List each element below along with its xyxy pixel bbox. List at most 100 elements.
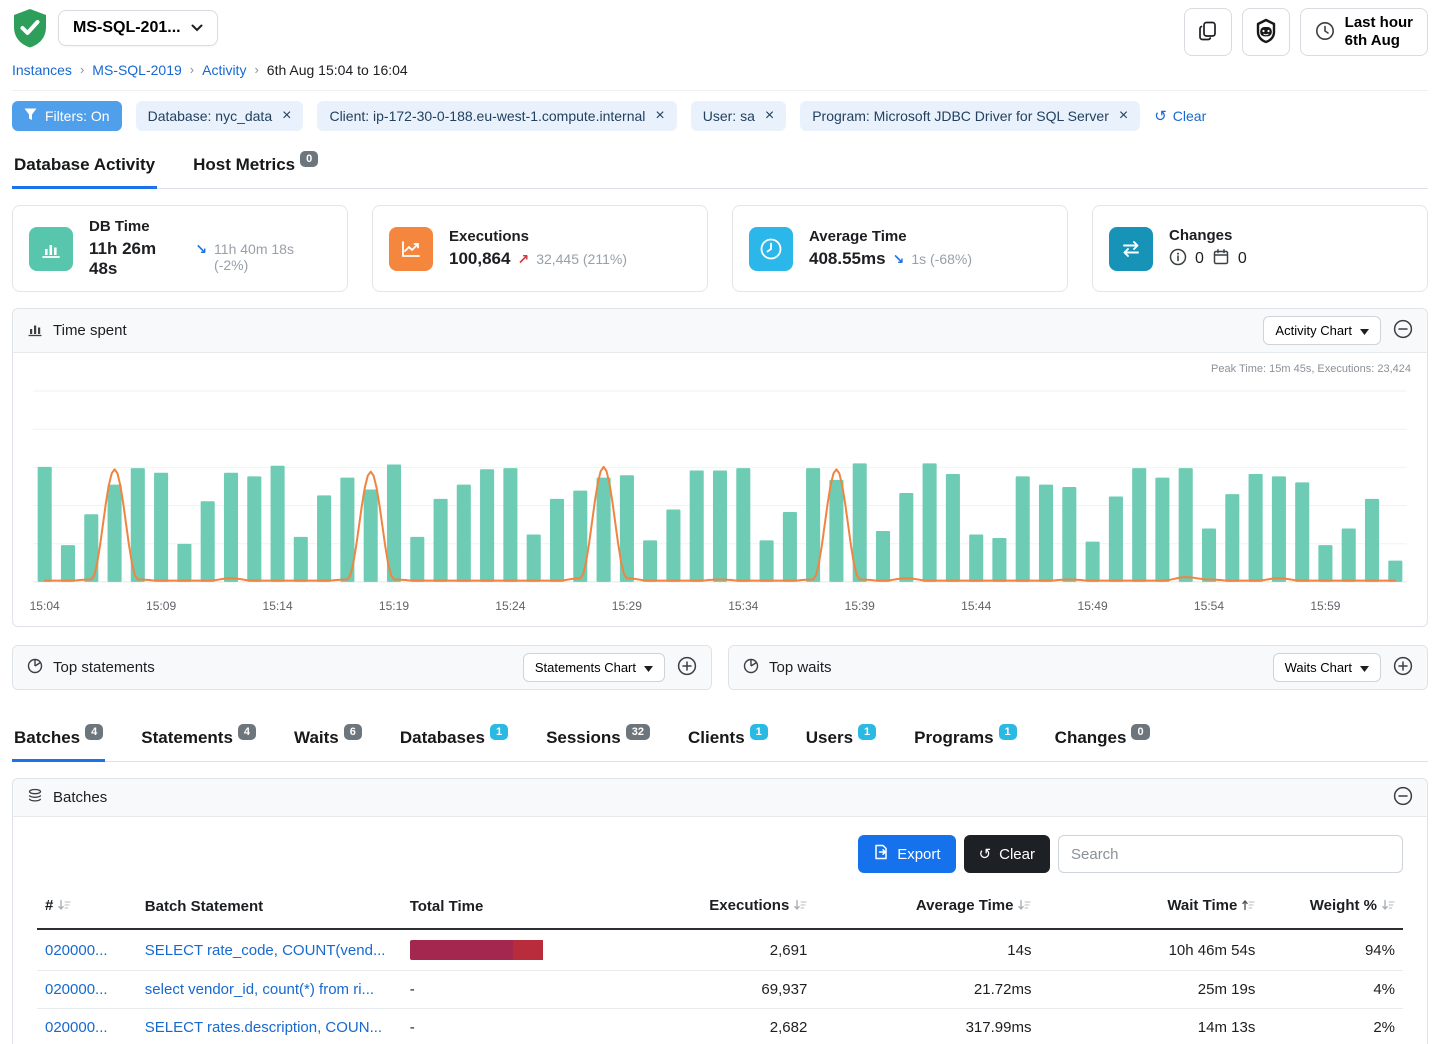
export-button[interactable]: Export <box>858 835 955 873</box>
kpi-label: DB Time <box>89 218 331 235</box>
tab-statements[interactable]: Statements 4 <box>139 720 258 762</box>
col-wait-time[interactable]: Wait Time <box>1039 885 1263 929</box>
svg-text:15:19: 15:19 <box>379 599 409 613</box>
clear-filters-label: Clear <box>1173 108 1206 124</box>
peak-annotation: Peak Time: 15m 45s, Executions: 23,424 <box>29 363 1411 375</box>
tab-database-activity[interactable]: Database Activity <box>12 147 157 189</box>
tab-databases[interactable]: Databases 1 <box>398 720 510 762</box>
sort-icon <box>1381 898 1395 916</box>
activity-chart: 15:0415:0915:1415:1915:2415:2915:3415:39… <box>27 383 1413 622</box>
tab-badge: 0 <box>1131 724 1149 740</box>
close-icon[interactable]: × <box>765 108 774 124</box>
waits-chart-selector[interactable]: Waits Chart <box>1273 653 1381 682</box>
filter-chip-program: Program: Microsoft JDBC Driver for SQL S… <box>800 101 1140 131</box>
chevron-right-icon: › <box>190 62 194 77</box>
average-time-cell: 21.72ms <box>815 971 1039 1009</box>
filters-toggle[interactable]: Filters: On <box>12 101 122 131</box>
kpi-db-time: DB Time 11h 26m 48s ↘ 11h 40m 18s (-2%) <box>12 205 348 292</box>
tab-sessions[interactable]: Sessions 32 <box>544 720 652 762</box>
breadcrumb-activity[interactable]: Activity <box>202 62 246 78</box>
col-average-time[interactable]: Average Time <box>815 885 1039 929</box>
tab-users[interactable]: Users 1 <box>804 720 878 762</box>
close-icon[interactable]: × <box>655 108 664 124</box>
col-weight[interactable]: Weight % <box>1263 885 1403 929</box>
weight-cell: 94% <box>1263 929 1403 971</box>
total-time-cell: - <box>402 971 646 1009</box>
collapse-minus-icon <box>1393 319 1413 342</box>
clear-filters-button[interactable]: ↺ Clear <box>1154 107 1206 125</box>
tab-waits[interactable]: Waits 6 <box>292 720 364 762</box>
tab-badge: 6 <box>344 724 362 740</box>
instance-name: MS-SQL-201... <box>73 19 181 37</box>
kpi-comparison: 32,445 (211%) <box>536 251 627 267</box>
collapse-panel-button[interactable] <box>1393 786 1413 809</box>
close-icon[interactable]: × <box>1119 108 1128 124</box>
tab-label: Host Metrics <box>193 155 295 175</box>
batch-id-link[interactable]: 020000... <box>45 942 108 959</box>
executions-cell: 2,691 <box>646 929 815 971</box>
batches-table: # Batch Statement Total Time Executions … <box>37 885 1403 1044</box>
batch-id-link[interactable]: 020000... <box>45 981 108 998</box>
svg-text:15:39: 15:39 <box>845 599 875 613</box>
kpi-executions: Executions 100,864 ↗ 32,445 (211%) <box>372 205 708 292</box>
svg-text:15:29: 15:29 <box>612 599 642 613</box>
caret-down-icon <box>644 660 653 675</box>
tab-badge: 1 <box>999 724 1017 740</box>
batch-statement-link[interactable]: SELECT rates.description, COUN... <box>145 1019 382 1036</box>
batches-panel: Batches Export ↺ Clear # <box>12 778 1428 1044</box>
tab-label: Programs <box>914 728 993 748</box>
expand-panel-button[interactable] <box>1393 656 1413 679</box>
activity-chart-selector[interactable]: Activity Chart <box>1263 316 1381 345</box>
breadcrumb-instances[interactable]: Instances <box>12 62 72 78</box>
tab-batches[interactable]: Batches 4 <box>12 720 105 762</box>
col-executions[interactable]: Executions <box>646 885 815 929</box>
info-icon <box>1169 248 1187 271</box>
wait-time-cell: 14m 13s <box>1039 1009 1263 1044</box>
collapse-minus-icon <box>1393 786 1413 809</box>
panel-title-text: Time spent <box>53 322 127 339</box>
app-logo-shield-icon <box>12 8 48 48</box>
kpi-average-time: Average Time 408.55ms ↘ 1s (-68%) <box>732 205 1068 292</box>
kpi-row: DB Time 11h 26m 48s ↘ 11h 40m 18s (-2%) … <box>12 205 1428 292</box>
collapse-panel-button[interactable] <box>1393 319 1413 342</box>
instance-selector[interactable]: MS-SQL-201... <box>58 10 218 46</box>
tab-label: Waits <box>294 728 339 748</box>
tab-host-metrics[interactable]: Host Metrics 0 <box>191 147 320 189</box>
average-time-cell: 317.99ms <box>815 1009 1039 1044</box>
assistant-button[interactable] <box>1242 8 1290 56</box>
tab-changes[interactable]: Changes 0 <box>1053 720 1152 762</box>
col-id[interactable]: # <box>37 885 137 929</box>
tab-programs[interactable]: Programs 1 <box>912 720 1019 762</box>
breadcrumb-instance-name[interactable]: MS-SQL-2019 <box>92 62 181 78</box>
batch-statement-link[interactable]: SELECT rate_code, COUNT(vend... <box>145 942 386 959</box>
layers-icon <box>27 788 43 808</box>
weight-cell: 2% <box>1263 1009 1403 1044</box>
svg-text:15:54: 15:54 <box>1194 599 1224 613</box>
selector-label: Statements Chart <box>535 660 636 675</box>
tab-clients[interactable]: Clients 1 <box>686 720 770 762</box>
wait-time-cell: 25m 19s <box>1039 971 1263 1009</box>
filters-toggle-label: Filters: On <box>45 108 110 124</box>
export-label: Export <box>897 846 940 863</box>
batch-id-link[interactable]: 020000... <box>45 1019 108 1036</box>
statements-chart-selector[interactable]: Statements Chart <box>523 653 665 682</box>
kpi-label: Changes <box>1169 227 1247 244</box>
close-icon[interactable]: × <box>282 108 291 124</box>
expand-panel-button[interactable] <box>677 656 697 679</box>
batch-statement-link[interactable]: select vendor_id, count(*) from ri... <box>145 981 374 998</box>
time-range-button[interactable]: Last hour 6th Aug <box>1300 8 1428 56</box>
executions-cell: 2,682 <box>646 1009 815 1044</box>
detail-tabs: Batches 4 Statements 4 Waits 6 Databases… <box>12 720 1428 762</box>
top-waits-panel: Top waits Waits Chart <box>728 645 1428 690</box>
bar-chart-icon <box>29 227 73 271</box>
filter-chip-label: User: sa <box>703 108 755 124</box>
copy-icon <box>1197 20 1219 45</box>
calendar-icon <box>1212 248 1230 271</box>
clock-icon <box>1315 21 1335 44</box>
copy-button[interactable] <box>1184 8 1232 56</box>
top-panels-row: Top statements Statements Chart Top w <box>12 645 1428 690</box>
top-statements-panel: Top statements Statements Chart <box>12 645 712 690</box>
search-input[interactable] <box>1058 835 1403 873</box>
clear-button[interactable]: ↺ Clear <box>964 835 1050 873</box>
table-row: 020000... SELECT rates.description, COUN… <box>37 1009 1403 1044</box>
